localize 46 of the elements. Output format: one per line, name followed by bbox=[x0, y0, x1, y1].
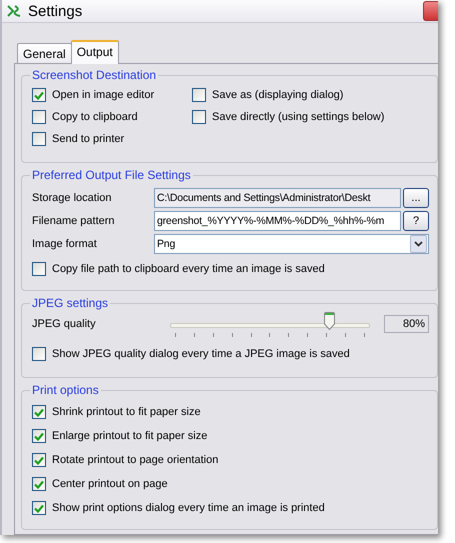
quality-value: 80% bbox=[384, 315, 429, 333]
field-label: Image format bbox=[32, 238, 98, 250]
checkbox-label[interactable]: Enlarge printout to fit paper size bbox=[52, 430, 208, 442]
chevron-icon[interactable] bbox=[410, 235, 427, 253]
checkbox-label[interactable]: Copy to clipboard bbox=[52, 111, 138, 123]
checkbox[interactable] bbox=[32, 347, 46, 361]
slider-thumb[interactable] bbox=[324, 312, 335, 330]
slider-track[interactable] bbox=[170, 323, 370, 328]
tab[interactable]: Output bbox=[70, 40, 119, 64]
group-title: JPEG settings bbox=[31, 296, 110, 310]
checkbox-label[interactable]: Copy file path to clipboard every time an image is saved bbox=[52, 263, 325, 275]
checkbox-label[interactable]: Show print options dialog every time an image is printed bbox=[52, 502, 325, 514]
checkbox[interactable] bbox=[32, 110, 46, 124]
checkbox-label[interactable]: Save as (displaying dialog) bbox=[212, 89, 344, 101]
tab[interactable]: General bbox=[17, 43, 72, 63]
field-label: Filename pattern bbox=[32, 215, 116, 227]
checkbox[interactable] bbox=[32, 132, 46, 146]
checkbox-label[interactable]: Send to printer bbox=[52, 133, 124, 145]
text-field[interactable]: C:\Documents and Settings\Administrator\Deskt bbox=[154, 188, 401, 208]
checkbox[interactable] bbox=[32, 453, 46, 467]
checkbox-label[interactable]: Center printout on page bbox=[52, 478, 168, 490]
browse-button[interactable]: ... bbox=[403, 188, 429, 208]
checkbox-label[interactable]: Rotate printout to page orientation bbox=[52, 454, 218, 466]
checkbox-label[interactable]: Open in image editor bbox=[52, 89, 154, 101]
checkbox-label[interactable]: Shrink printout to fit paper size bbox=[52, 406, 201, 418]
window-title: Settings bbox=[28, 2, 84, 20]
checkbox[interactable] bbox=[32, 477, 46, 491]
close-button[interactable] bbox=[423, 1, 438, 21]
group-title: Print options bbox=[31, 383, 100, 397]
field-label: Storage location bbox=[32, 192, 112, 204]
checkbox[interactable] bbox=[32, 262, 46, 276]
checkbox[interactable] bbox=[192, 110, 206, 124]
text-field[interactable]: greenshot_%YYYY%-%MM%-%DD%_%hh%-%m bbox=[154, 211, 401, 231]
app-icon bbox=[6, 3, 22, 19]
group-title: Preferred Output File Settings bbox=[31, 168, 192, 182]
checkbox[interactable] bbox=[32, 501, 46, 515]
checkbox-label[interactable]: Save directly (using settings below) bbox=[212, 111, 384, 123]
dropdown[interactable]: Png bbox=[154, 234, 429, 254]
browse-button[interactable]: ? bbox=[403, 211, 429, 231]
checkbox[interactable] bbox=[32, 405, 46, 419]
checkbox[interactable] bbox=[32, 88, 46, 102]
checkbox-label[interactable]: Show JPEG quality dialog every time a JPEG image is saved bbox=[52, 348, 350, 360]
checkbox[interactable] bbox=[32, 429, 46, 443]
checkbox[interactable] bbox=[192, 88, 206, 102]
slider-label: JPEG quality bbox=[32, 318, 97, 330]
group-title: Screenshot Destination bbox=[31, 68, 158, 82]
